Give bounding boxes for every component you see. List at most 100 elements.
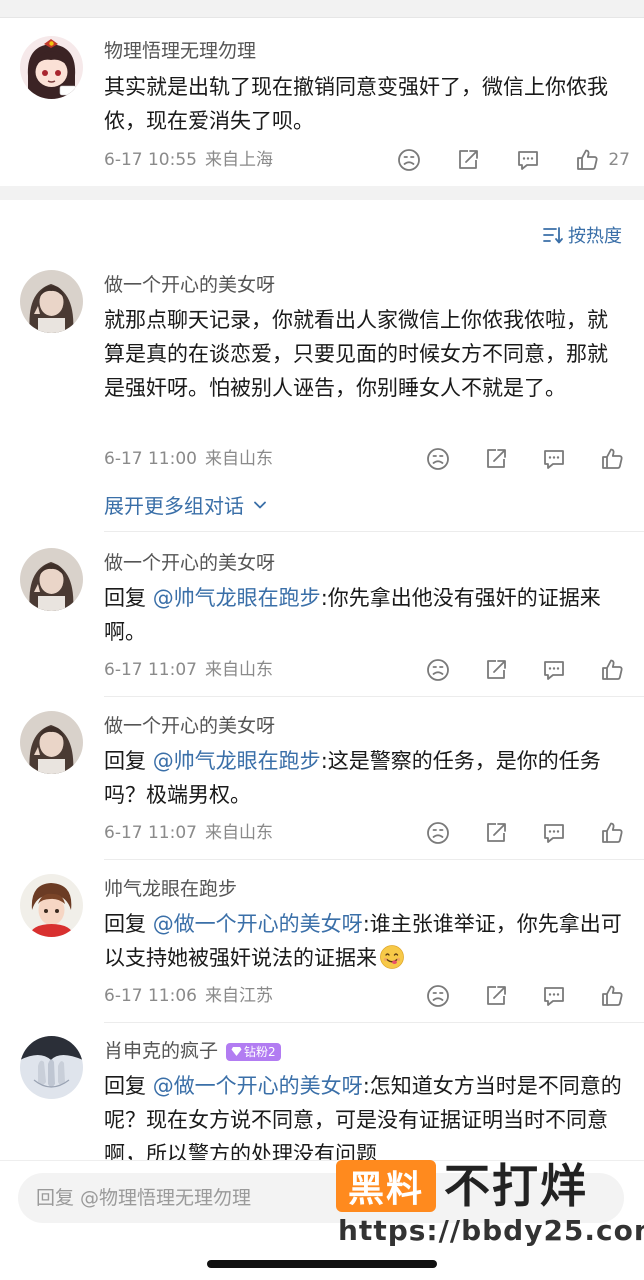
comment-actions — [425, 818, 625, 848]
comment-location: 来自山东 — [204, 449, 273, 469]
mention-link[interactable]: @帅气龙眼在跑步 — [153, 749, 321, 773]
comment-icon — [541, 983, 567, 1009]
avatar[interactable] — [20, 1036, 83, 1099]
divider — [104, 696, 644, 697]
comment-body: 就那点聊天记录，你就看出人家微信上你侬我侬啦，就算是真的在谈恋爱，只要见面的时候… — [104, 308, 608, 400]
divider — [104, 859, 644, 860]
share-button[interactable] — [483, 981, 509, 1011]
like-button[interactable] — [599, 818, 625, 848]
mention-link[interactable]: @做一个开心的美女呀 — [153, 912, 363, 936]
comment-icon — [541, 820, 567, 846]
comment-text: 回复 @做一个开心的美女呀:谁主张谁举证，你先拿出可以支持她被强奸说法的证据来 — [104, 907, 624, 975]
sort-label: 按热度 — [568, 226, 622, 247]
thumb-up-icon — [599, 820, 625, 846]
comment-item: 做一个开心的美女呀 回复 @帅气龙眼在跑步:你先拿出他没有强奸的证据来啊。 6-… — [0, 540, 644, 696]
comment-date: 6-17 11:06 — [104, 986, 197, 1006]
avatar[interactable] — [20, 36, 83, 99]
share-button[interactable] — [483, 655, 509, 685]
reply-button[interactable] — [541, 655, 567, 685]
diamond-icon — [231, 1047, 242, 1056]
comment-location: 来自山东 — [204, 660, 273, 680]
mention-link[interactable]: @做一个开心的美女呀 — [153, 1074, 363, 1098]
share-icon — [483, 983, 509, 1009]
comment-icon — [541, 657, 567, 683]
sort-icon — [543, 227, 563, 244]
username[interactable]: 物理悟理无理勿理 — [104, 39, 256, 63]
dislike-button[interactable] — [425, 818, 451, 848]
fan-badge-label: 钻粉2 — [244, 1044, 276, 1059]
comment-actions: 27 — [396, 145, 630, 175]
comment-date: 6-17 11:00 — [104, 449, 197, 469]
comment-location: 来自上海 — [204, 150, 273, 170]
reply-button[interactable] — [541, 981, 567, 1011]
thumb-up-icon — [599, 657, 625, 683]
thumb-up-icon — [574, 147, 600, 173]
comment-meta: 6-17 10:55 来自上海 — [104, 149, 273, 171]
expand-more-conversations[interactable]: 展开更多组对话 — [104, 490, 268, 519]
avatar[interactable] — [20, 874, 83, 937]
share-icon — [483, 657, 509, 683]
section-separator — [0, 186, 644, 200]
username[interactable]: 做一个开心的美女呀 — [104, 714, 275, 738]
reply-button[interactable] — [541, 444, 567, 474]
like-count: 27 — [608, 150, 630, 170]
comment-actions — [425, 981, 625, 1011]
share-button[interactable] — [455, 145, 481, 175]
reply-prefix: 回复 — [104, 1074, 153, 1098]
username[interactable]: 帅气龙眼在跑步 — [104, 877, 237, 901]
share-button[interactable] — [483, 818, 509, 848]
frown-face-icon — [425, 657, 451, 683]
comment-item: 帅气龙眼在跑步 回复 @做一个开心的美女呀:谁主张谁举证，你先拿出可以支持她被强… — [0, 866, 644, 1022]
avatar[interactable] — [20, 711, 83, 774]
comment-text: 其实就是出轨了现在撤销同意变强奸了，微信上你侬我侬，现在爱消失了呗。 — [104, 75, 608, 133]
watermark: 黑料 不打烊 https://bbdy25.com — [336, 1158, 644, 1254]
username[interactable]: 做一个开心的美女呀 — [104, 273, 275, 297]
reply-prefix: 回复 — [104, 912, 153, 936]
share-icon — [483, 820, 509, 846]
comment-meta: 6-17 11:07 来自山东 — [104, 659, 273, 681]
reply-prefix: 回复 — [104, 749, 153, 773]
chevron-down-icon — [254, 501, 266, 508]
watermark-url: https://bbdy25.com — [338, 1214, 644, 1247]
divider — [104, 1022, 644, 1023]
comment-icon — [541, 446, 567, 472]
dislike-button[interactable] — [425, 981, 451, 1011]
share-button[interactable] — [483, 444, 509, 474]
top-strip — [0, 0, 644, 18]
like-button[interactable] — [599, 655, 625, 685]
comment-text: 回复 @帅气龙眼在跑步:这是警察的任务，是你的任务吗？极端男权。 — [104, 744, 624, 812]
reply-button[interactable] — [515, 145, 541, 175]
watermark-logo: 黑料 — [336, 1160, 436, 1212]
watermark-title: 不打烊 — [444, 1159, 588, 1213]
fan-badge[interactable]: 钻粉2 — [226, 1042, 281, 1061]
yum-emoji-icon — [380, 945, 404, 969]
comment-date: 6-17 11:07 — [104, 660, 197, 680]
comment-text: 回复 @帅气龙眼在跑步:你先拿出他没有强奸的证据来啊。 — [104, 581, 624, 649]
mention-link[interactable]: @帅气龙眼在跑步 — [153, 586, 321, 610]
expand-label: 展开更多组对话 — [104, 494, 244, 518]
comment-date: 6-17 10:55 — [104, 150, 197, 170]
dislike-button[interactable] — [425, 444, 451, 474]
dislike-button[interactable] — [425, 655, 451, 685]
comment-text: 回复 @做一个开心的美女呀:怎知道女方当时是不同意的呢？现在女方说不同意，可是没… — [104, 1069, 624, 1171]
comment-date: 6-17 11:07 — [104, 823, 197, 843]
avatar[interactable] — [20, 270, 83, 333]
reply-button[interactable] — [541, 818, 567, 848]
avatar[interactable] — [20, 548, 83, 611]
comment-meta: 6-17 11:07 来自山东 — [104, 822, 273, 844]
username-text[interactable]: 肖申克的疯子 — [104, 1040, 218, 1062]
comment-location: 来自江苏 — [204, 986, 273, 1006]
dislike-button[interactable] — [396, 145, 422, 175]
like-button[interactable] — [599, 981, 625, 1011]
like-button[interactable] — [599, 444, 625, 474]
comment-actions — [425, 655, 625, 685]
sort-by-heat-button[interactable]: 按热度 — [542, 222, 622, 248]
comment-meta: 6-17 11:06 来自江苏 — [104, 985, 273, 1007]
username[interactable]: 肖申克的疯子 钻粉2 — [104, 1039, 281, 1063]
frown-face-icon — [396, 147, 422, 173]
username[interactable]: 做一个开心的美女呀 — [104, 551, 275, 575]
like-button[interactable]: 27 — [574, 145, 630, 175]
comment-item: 做一个开心的美女呀 就那点聊天记录，你就看出人家微信上你侬我侬啦，就算是真的在谈… — [0, 262, 644, 532]
frown-face-icon — [425, 446, 451, 472]
home-indicator — [207, 1260, 437, 1268]
